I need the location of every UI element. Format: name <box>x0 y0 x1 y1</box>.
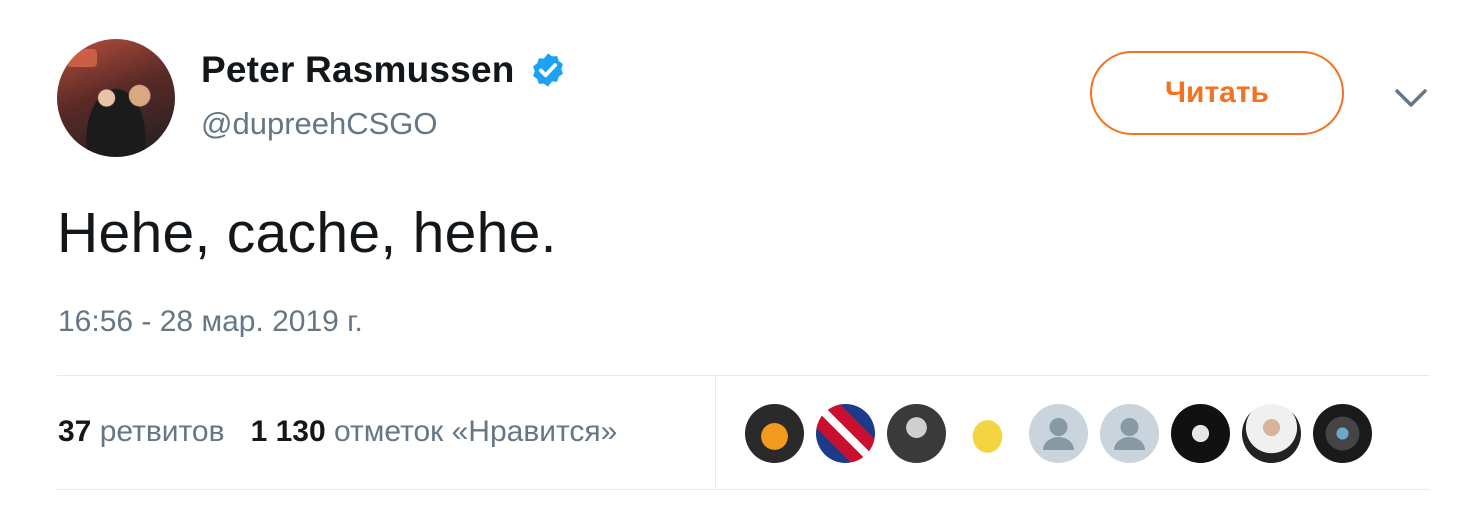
default-person-icon <box>1043 418 1074 450</box>
likes-stat[interactable]: 1 130 отметок «Нравится» <box>251 415 618 448</box>
likers-avatar-list <box>745 404 1372 463</box>
author-name[interactable]: Peter Rasmussen <box>201 49 515 91</box>
flag-logo-avatar[interactable] <box>816 404 875 463</box>
stats-divider-bottom <box>57 489 1430 490</box>
person-photo-avatar[interactable] <box>887 404 946 463</box>
mask-art-avatar[interactable] <box>1313 404 1372 463</box>
tweet-stats: 37 ретвитов 1 130 отметок «Нравится» <box>58 415 617 449</box>
stats-divider-top <box>57 375 1430 376</box>
author-avatar[interactable] <box>57 39 175 157</box>
author-name-row: Peter Rasmussen <box>201 49 567 91</box>
verified-badge-icon <box>532 53 563 87</box>
likes-label: отметок «Нравится» <box>333 415 618 448</box>
dark-art-avatar[interactable] <box>1171 404 1230 463</box>
overwatch-league-avatar[interactable] <box>745 404 804 463</box>
tweet-timestamp[interactable]: 16:56 - 28 мар. 2019 г. <box>58 305 363 339</box>
retweets-label: ретвитов <box>99 415 225 448</box>
default-person-icon <box>1114 418 1145 450</box>
tweet-text: Hehe, cache, hehe. <box>57 201 557 265</box>
default-profile-avatar[interactable] <box>1100 404 1159 463</box>
retweets-stat[interactable]: 37 ретвитов <box>58 415 225 448</box>
chevron-down-icon[interactable] <box>1393 85 1429 111</box>
default-profile-avatar[interactable] <box>1029 404 1088 463</box>
pikachu-avatar[interactable] <box>958 404 1017 463</box>
stats-divider-vertical <box>715 376 716 489</box>
author-handle[interactable]: @dupreehCSGO <box>201 106 438 142</box>
likes-count: 1 130 <box>250 415 326 448</box>
follow-button[interactable]: Читать <box>1090 51 1344 135</box>
retweets-count: 37 <box>58 415 92 448</box>
person-photo-avatar[interactable] <box>1242 404 1301 463</box>
